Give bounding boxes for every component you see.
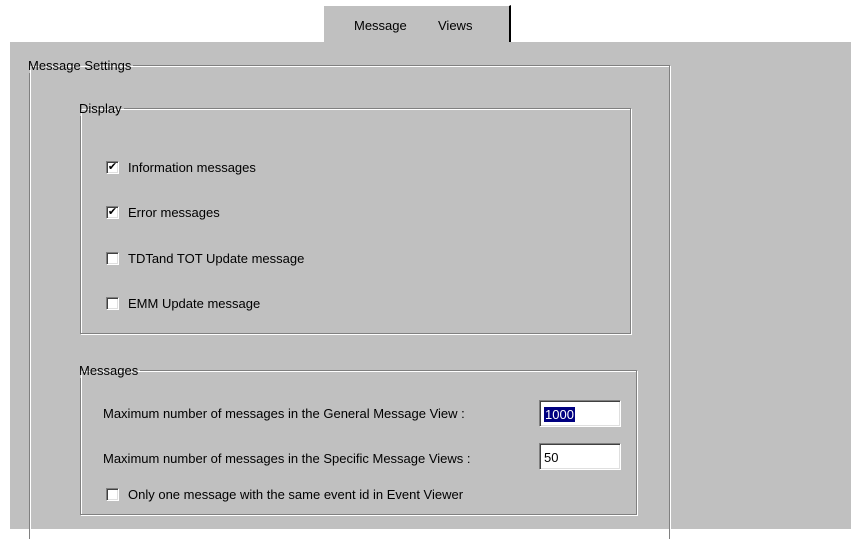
message-settings-legend: Message Settings: [28, 58, 132, 73]
error-messages-label[interactable]: Error messages: [128, 205, 220, 220]
specific-message-views-value[interactable]: 50: [544, 450, 558, 465]
tab-message-label[interactable]: Message: [354, 18, 407, 33]
general-message-view-input[interactable]: 1000: [539, 400, 621, 427]
tab-views-label[interactable]: Views: [438, 18, 472, 33]
emm-update-label[interactable]: EMM Update message: [128, 296, 260, 311]
tdt-tot-update-label[interactable]: TDTand TOT Update message: [128, 251, 304, 266]
specific-message-views-label: Maximum number of messages in the Specif…: [103, 451, 471, 466]
general-message-view-value[interactable]: 1000: [544, 407, 575, 422]
tab-message[interactable]: Message Views: [323, 5, 511, 42]
specific-message-views-input[interactable]: 50: [539, 443, 621, 470]
unique-event-id-checkbox[interactable]: [106, 488, 119, 501]
error-messages-checkbox[interactable]: ✔: [106, 206, 119, 219]
general-message-view-label: Maximum number of messages in the Genera…: [103, 406, 465, 421]
tab-strip: Message Views: [0, 0, 851, 42]
information-messages-checkbox[interactable]: ✔: [106, 161, 119, 174]
unique-event-id-label[interactable]: Only one message with the same event id …: [128, 487, 463, 502]
information-messages-label[interactable]: Information messages: [128, 160, 256, 175]
messages-legend: Messages: [79, 363, 139, 378]
tdt-tot-update-checkbox[interactable]: [106, 252, 119, 265]
emm-update-checkbox[interactable]: [106, 297, 119, 310]
display-legend: Display: [79, 101, 122, 116]
